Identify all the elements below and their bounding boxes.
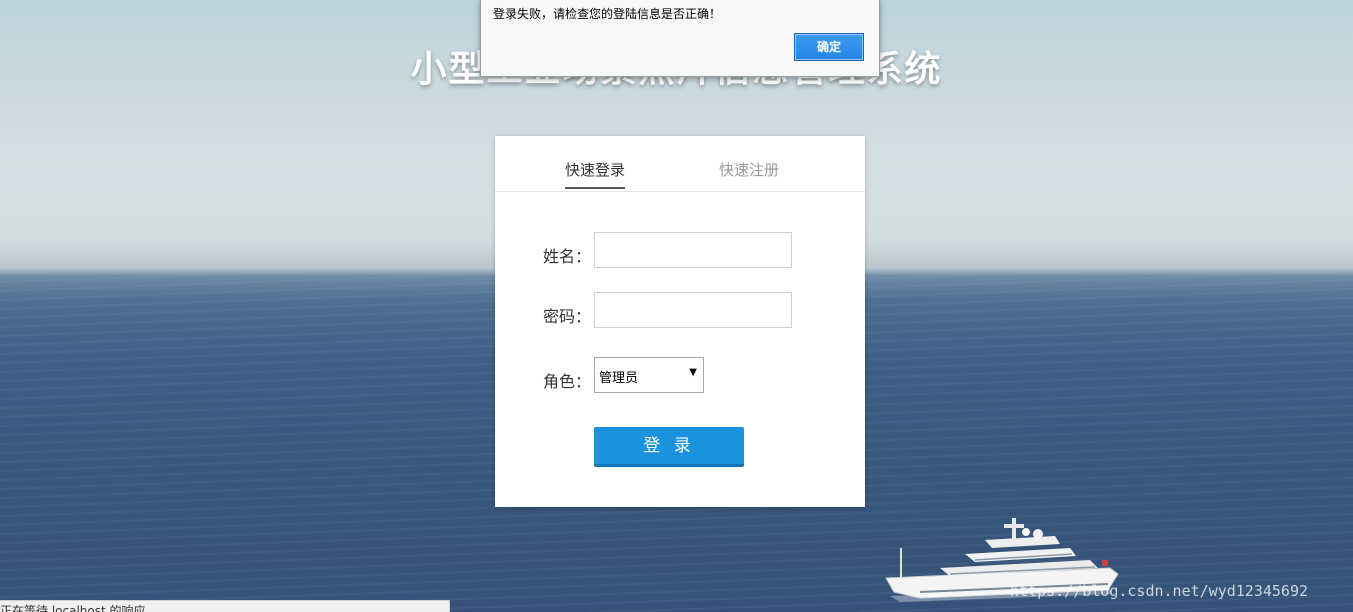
tab-quick-login[interactable]: 快速登录 [565,159,626,189]
alert-ok-button[interactable]: 确定 [794,33,864,61]
login-button[interactable]: 登 录 [594,427,744,467]
name-input[interactable] [594,232,792,268]
login-page: 小型工业场景照片信息管理系统 快速登录 快速注册 姓名： 密码： 角色： 管理员… [0,0,1353,612]
role-select[interactable]: 管理员 ▼ [594,357,704,393]
password-label: 密码： [543,307,592,326]
tab-quick-register[interactable]: 快速注册 [719,159,779,187]
chevron-down-icon: ▼ [689,367,697,378]
alert-message: 登录失败，请检查您的登陆信息是否正确！ [493,7,722,21]
watermark: https://blog.csdn.net/wyd12345692 [1010,582,1309,600]
login-card: 快速登录 快速注册 姓名： 密码： 角色： 管理员 ▼ 登 录 [495,136,865,507]
status-text: 正在等待 localhost 的响应... [0,604,157,612]
tab-bar: 快速登录 快速注册 [495,136,865,192]
role-label: 角色： [543,372,592,391]
status-bar: 正在等待 localhost 的响应... [0,600,450,612]
password-input[interactable] [594,292,792,328]
alert-dialog: 登录失败，请检查您的登陆信息是否正确！ 确定 [480,0,880,77]
name-label: 姓名： [543,247,592,266]
role-select-value: 管理员 [599,371,639,386]
